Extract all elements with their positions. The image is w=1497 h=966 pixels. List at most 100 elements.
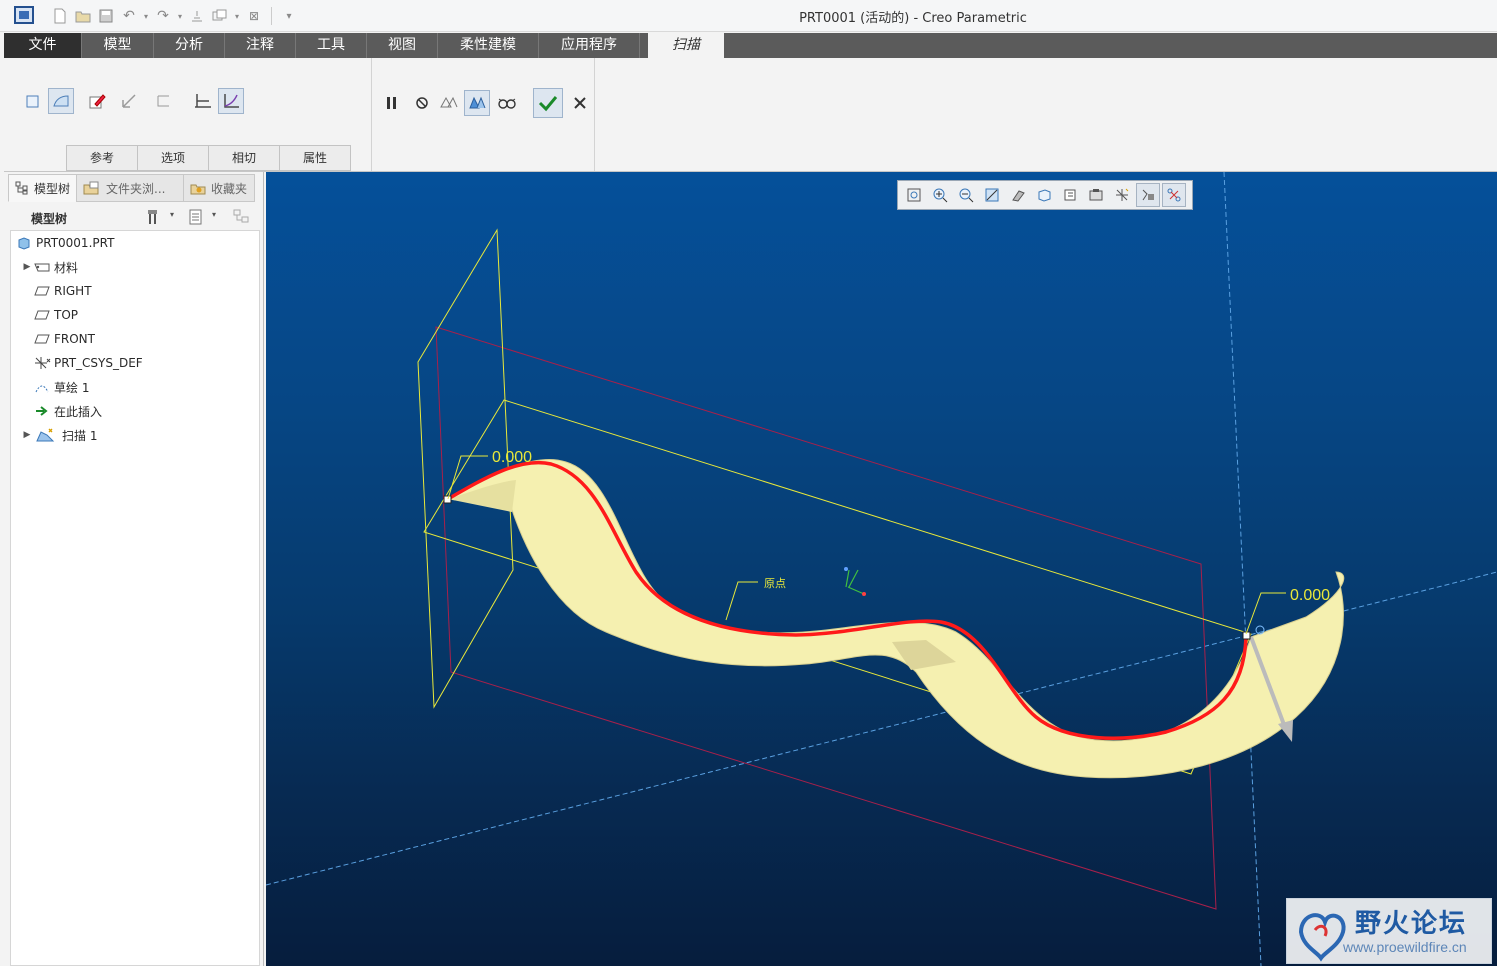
tab-tools[interactable]: 工具 xyxy=(296,33,367,58)
sketch-plane-outline xyxy=(423,399,1252,775)
tree-item-csys[interactable]: PRT_CSYS_DEF xyxy=(33,353,143,373)
ok-checkmark-icon[interactable] xyxy=(533,88,563,118)
tree-settings-dropdown-icon[interactable]: ▾ xyxy=(170,210,174,219)
tree-item-insert-here[interactable]: 在此插入 xyxy=(33,401,102,421)
verify-glasses-icon[interactable] xyxy=(494,90,520,116)
csys-triad-icon xyxy=(845,569,865,595)
end-point-marker-icon xyxy=(1255,625,1265,635)
tab-annotate[interactable]: 注释 xyxy=(225,33,296,58)
datum-plane-icon xyxy=(33,307,51,323)
dashboard-controls-group xyxy=(375,58,595,171)
tree-item-label: PRT0001.PRT xyxy=(36,236,115,250)
watermark-url: www.proewildfire.cn xyxy=(1343,939,1467,955)
tab-folder-browser[interactable]: 文件夹浏... xyxy=(76,174,185,202)
tab-sweep[interactable]: 扫描 xyxy=(648,33,724,58)
tab-model-tree[interactable]: 模型树 xyxy=(8,174,78,202)
tab-file[interactable]: 文件 xyxy=(4,33,82,58)
tree-item-top[interactable]: TOP xyxy=(33,305,78,325)
sweep-icon xyxy=(33,427,59,443)
annotation-display-icon[interactable] xyxy=(1162,183,1186,207)
sweep-dashboard: 参考 选项 相切 属性 xyxy=(4,58,1497,172)
csys-x-icon xyxy=(862,592,866,596)
constant-section-icon[interactable] xyxy=(190,88,216,114)
zoom-in-icon[interactable] xyxy=(928,183,952,207)
swept-surface[interactable] xyxy=(446,458,1345,779)
geometry-preview-icon[interactable] xyxy=(464,90,490,116)
model-tree: PRT0001.PRT ▶ 材料 RIGHT TOP FRONT PRT_CSY… xyxy=(10,230,260,966)
favorites-folder-icon xyxy=(190,184,206,195)
datum-axis-vertical xyxy=(1223,172,1262,966)
tab-folder-browser-label: 文件夹浏... xyxy=(106,181,166,196)
expand-arrow-icon[interactable]: ▶ xyxy=(21,430,33,440)
dimension-right[interactable]: 0.000 xyxy=(1290,587,1330,604)
tree-item-sweep[interactable]: ▶ 扫描 1 xyxy=(21,425,98,445)
tree-show-dropdown-icon[interactable]: ▾ xyxy=(212,210,216,219)
tab-model[interactable]: 模型 xyxy=(82,33,154,58)
no-preview-icon[interactable] xyxy=(409,90,435,116)
repaint-icon[interactable] xyxy=(980,183,1004,207)
refit-icon[interactable] xyxy=(902,183,926,207)
tree-item-sketch[interactable]: 草绘 1 xyxy=(33,377,89,397)
slide-tab-references[interactable]: 参考 xyxy=(66,145,138,171)
folder-browser-icon xyxy=(83,181,99,195)
display-style-icon[interactable] xyxy=(1006,183,1030,207)
forum-logo-icon xyxy=(1298,913,1346,962)
tab-analysis[interactable]: 分析 xyxy=(154,33,225,58)
datum-plane-icon xyxy=(33,331,51,347)
slide-tab-options[interactable]: 选项 xyxy=(137,145,209,171)
sketch-section-icon[interactable] xyxy=(84,88,110,114)
tree-item-label: PRT_CSYS_DEF xyxy=(54,356,143,370)
standard-orientation-icon[interactable] xyxy=(1032,183,1056,207)
solid-sweep-icon[interactable] xyxy=(20,88,46,114)
graphics-toolbar xyxy=(897,180,1193,210)
zoom-out-icon[interactable] xyxy=(954,183,978,207)
navigator-tabs: 模型树 文件夹浏... 收藏夹 xyxy=(8,174,256,202)
cancel-x-icon[interactable] xyxy=(567,90,593,116)
part-icon xyxy=(15,235,33,251)
dimension-left[interactable]: 0.000 xyxy=(492,449,532,466)
material-icon xyxy=(33,259,51,275)
sweep-type-group: 参考 选项 相切 属性 xyxy=(4,58,372,171)
spin-center-icon[interactable] xyxy=(1136,183,1160,207)
tree-item-label: 草绘 1 xyxy=(54,380,90,395)
datum-display-icon[interactable] xyxy=(1110,183,1134,207)
slide-tab-tangency[interactable]: 相切 xyxy=(208,145,280,171)
slide-tab-properties[interactable]: 属性 xyxy=(279,145,351,171)
tree-item-part[interactable]: PRT0001.PRT xyxy=(15,233,114,253)
ribbon-tabs: 文件 模型 分析 注释 工具 视图 柔性建模 应用程序 扫描 xyxy=(4,33,1497,58)
watermark-title: 野火论坛 xyxy=(1355,909,1468,939)
tree-show-icon[interactable] xyxy=(188,208,206,226)
tab-applications[interactable]: 应用程序 xyxy=(539,33,640,58)
tree-item-label: 扫描 1 xyxy=(62,428,98,443)
tab-favorites[interactable]: 收藏夹 xyxy=(183,174,256,202)
tree-item-label: 在此插入 xyxy=(54,404,103,419)
tab-view[interactable]: 视图 xyxy=(367,33,438,58)
pause-icon[interactable] xyxy=(379,90,405,116)
graphics-window[interactable]: 0.000 0.000 原点 野火论坛 www.proewildfire.cn xyxy=(266,172,1497,966)
origin-label: 原点 xyxy=(764,577,786,590)
start-point-handle[interactable] xyxy=(443,495,452,504)
datum-plane xyxy=(435,326,1217,910)
saved-orientations-icon[interactable] xyxy=(1058,183,1082,207)
thicken-icon[interactable] xyxy=(150,88,176,114)
tree-item-front[interactable]: FRONT xyxy=(33,329,95,349)
csys-icon xyxy=(33,355,51,371)
tree-item-label: RIGHT xyxy=(54,284,92,298)
tree-item-right[interactable]: RIGHT xyxy=(33,281,92,301)
tab-flexible-modeling[interactable]: 柔性建模 xyxy=(438,33,539,58)
model-scene[interactable]: 0.000 0.000 原点 xyxy=(266,172,1497,966)
model-tree-header: 模型树 ▾ ▾ xyxy=(8,204,258,230)
tree-settings-icon[interactable] xyxy=(146,208,166,226)
attached-preview-icon[interactable] xyxy=(435,90,461,116)
model-tree-title: 模型树 xyxy=(31,212,68,226)
variable-section-icon[interactable] xyxy=(218,88,244,114)
sketch-icon xyxy=(33,379,51,395)
navigator-panel: 模型树 文件夹浏... 收藏夹 模型树 ▾ ▾ PRT0001.PRT ▶ 材料… xyxy=(0,172,264,966)
view-manager-icon[interactable] xyxy=(1084,183,1108,207)
surface-sweep-icon[interactable] xyxy=(48,88,74,114)
remove-material-icon[interactable] xyxy=(116,88,142,114)
tree-filter-icon[interactable] xyxy=(232,208,252,226)
section-plane xyxy=(417,228,514,709)
tree-item-material[interactable]: ▶ 材料 xyxy=(21,257,78,277)
expand-arrow-icon[interactable]: ▶ xyxy=(21,262,33,272)
